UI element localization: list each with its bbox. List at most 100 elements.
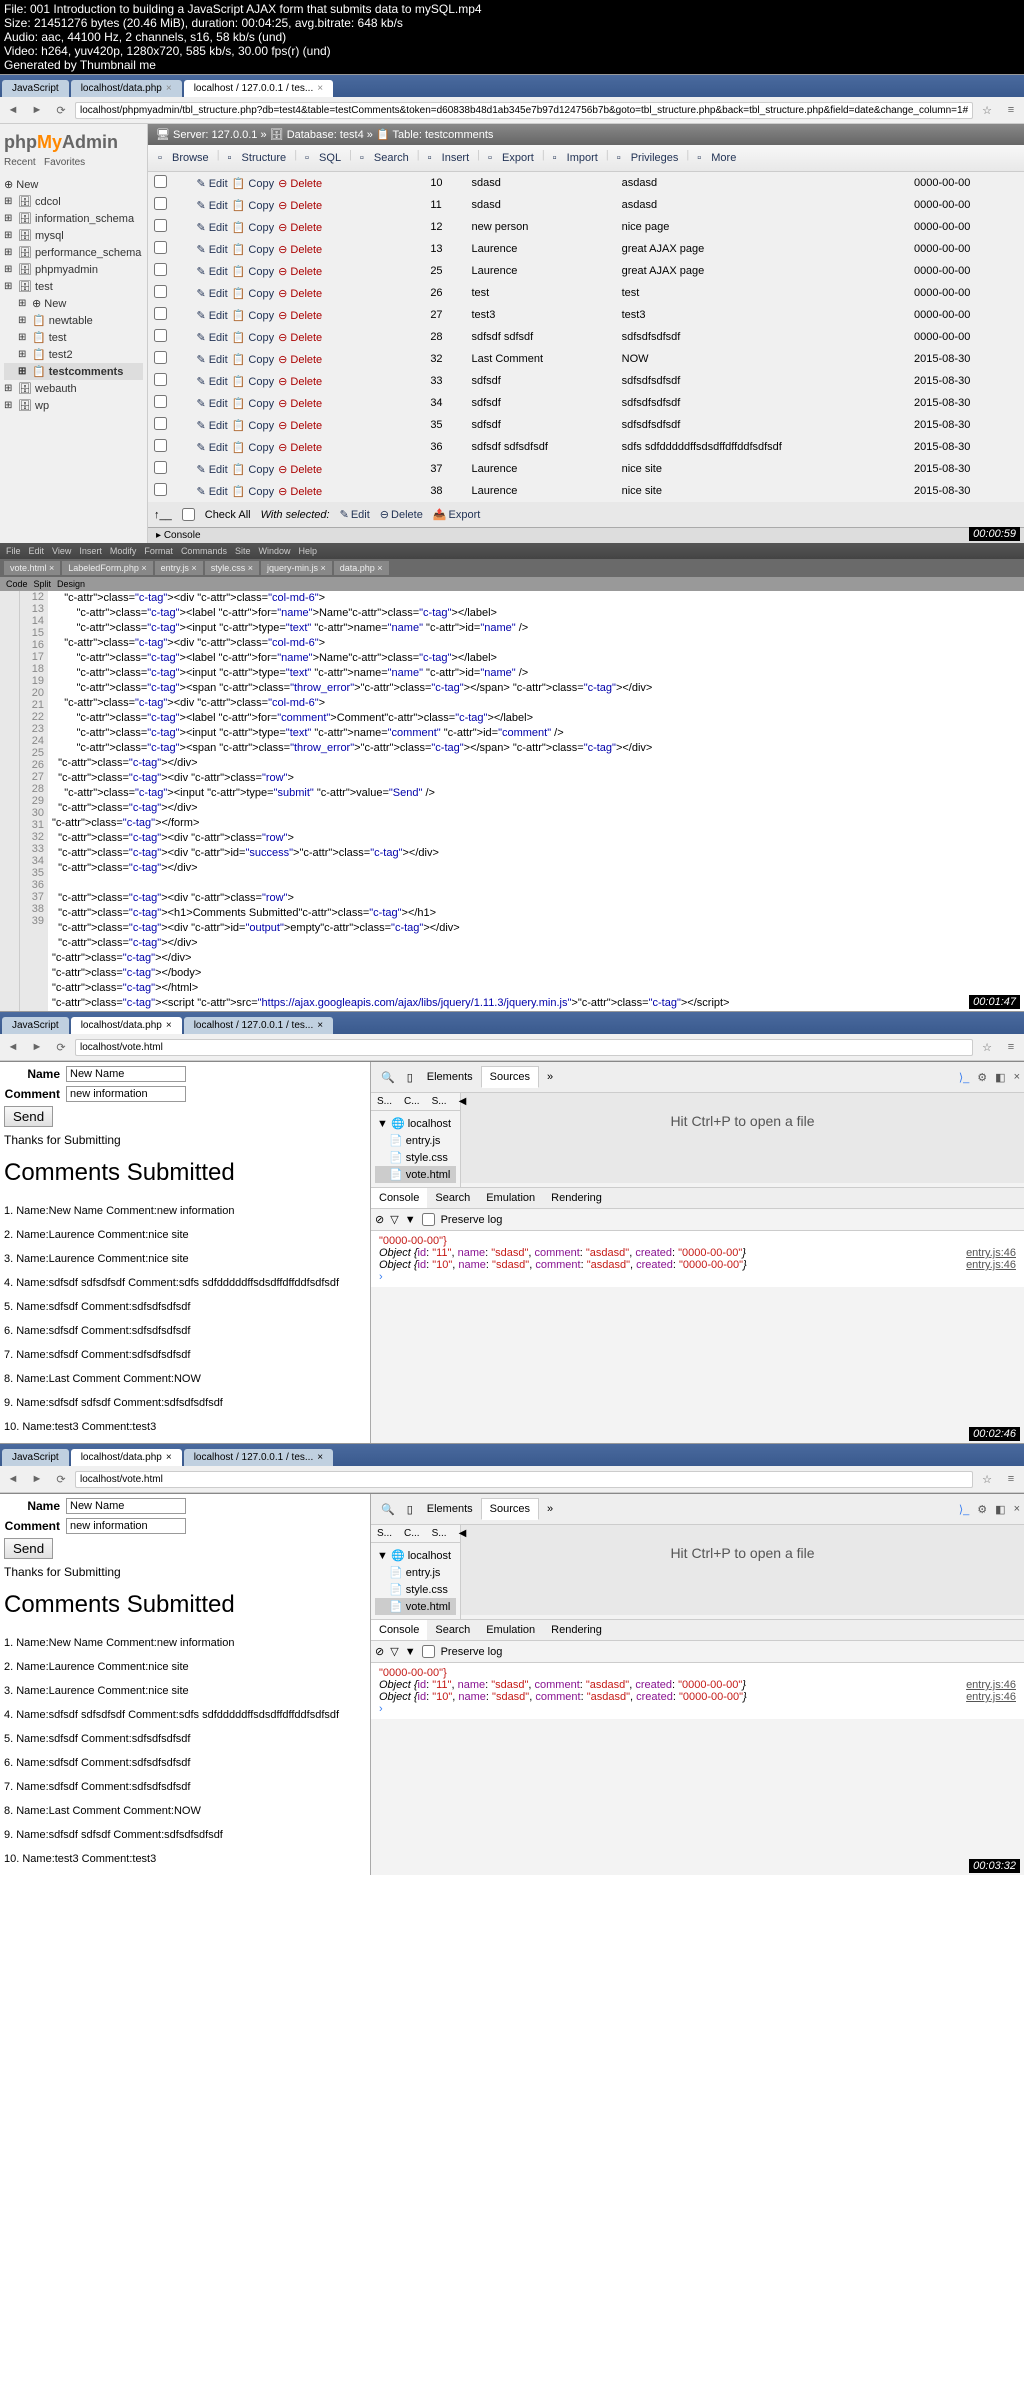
delete-button[interactable]: ⊖ Delete	[278, 199, 322, 212]
delete-button[interactable]: ⊖ Delete	[278, 287, 322, 300]
copy-button[interactable]: 📋 Copy	[232, 375, 274, 388]
view-split[interactable]: Split	[34, 579, 52, 589]
copy-button[interactable]: 📋 Copy	[232, 177, 274, 190]
tree-file[interactable]: 📄 style.css	[375, 1581, 456, 1598]
toolbar-structure[interactable]: ▫Structure	[222, 149, 293, 167]
row-checkbox[interactable]	[154, 417, 167, 430]
tree-file[interactable]: 📄 vote.html	[375, 1598, 456, 1615]
edit-button[interactable]: ✎ Edit	[196, 177, 227, 190]
edit-button[interactable]: ✎ Edit	[196, 199, 227, 212]
reload-icon[interactable]: ⟳	[51, 1037, 71, 1057]
close-icon[interactable]: ×	[166, 83, 172, 94]
copy-button[interactable]: 📋 Copy	[232, 463, 274, 476]
copy-button[interactable]: 📋 Copy	[232, 265, 274, 278]
snippets-subtab[interactable]: S...	[426, 1093, 453, 1110]
collapse-icon[interactable]: ◀	[453, 1525, 473, 1542]
source-link[interactable]: entry.js:46	[966, 1259, 1016, 1271]
copy-button[interactable]: 📋 Copy	[232, 419, 274, 432]
row-checkbox[interactable]	[154, 241, 167, 254]
sources-tab[interactable]: Sources	[481, 1066, 539, 1088]
edit-button[interactable]: ✎ Edit	[196, 485, 227, 498]
delete-button[interactable]: ⊖ Delete	[278, 441, 322, 454]
drawer-tab-search[interactable]: Search	[427, 1188, 478, 1208]
delete-button[interactable]: ⊖ Delete	[278, 485, 322, 498]
tree-domain[interactable]: ▼ 🌐 localhost	[375, 1547, 456, 1564]
row-checkbox[interactable]	[154, 197, 167, 210]
back-icon[interactable]: ◄	[3, 1469, 23, 1489]
tree-file[interactable]: 📄 vote.html	[375, 1166, 456, 1183]
drawer-tab-console[interactable]: Console	[371, 1620, 427, 1640]
tree-file[interactable]: 📄 style.css	[375, 1149, 456, 1166]
reload-icon[interactable]: ⟳	[51, 100, 71, 120]
delete-button[interactable]: ⊖ Delete	[278, 331, 322, 344]
star-icon[interactable]: ☆	[977, 1469, 997, 1489]
tree-table[interactable]: ⊞📋 newtable	[4, 312, 143, 329]
delete-button[interactable]: ⊖ Delete	[278, 177, 322, 190]
tree-file[interactable]: 📄 entry.js	[375, 1564, 456, 1581]
tree-domain[interactable]: ▼ 🌐 localhost	[375, 1115, 456, 1132]
tree-db[interactable]: ⊞🗄 information_schema	[4, 210, 143, 227]
gear-icon[interactable]: ⚙	[977, 1503, 987, 1516]
content-subtab[interactable]: C...	[398, 1093, 426, 1110]
tree-db[interactable]: ⊞🗄 cdcol	[4, 193, 143, 210]
close-icon[interactable]: ×	[1014, 1503, 1020, 1516]
search-icon[interactable]: 🔍	[375, 1503, 401, 1516]
row-checkbox[interactable]	[154, 219, 167, 232]
tree-table[interactable]: ⊞📋 test2	[4, 346, 143, 363]
export-button[interactable]: 📤 Export	[433, 508, 481, 521]
menu-icon[interactable]: ≡	[1001, 100, 1021, 120]
reload-icon[interactable]: ⟳	[51, 1469, 71, 1489]
tree-db[interactable]: ⊞🗄 phpmyadmin	[4, 261, 143, 278]
menu-window[interactable]: Window	[258, 546, 290, 556]
checkall-checkbox[interactable]	[182, 508, 195, 521]
tree-table[interactable]: ⊞📋 testcomments	[4, 363, 143, 380]
toolbar-browse[interactable]: ▫Browse	[152, 149, 215, 167]
browser-tab[interactable]: localhost/data.php×	[71, 80, 182, 97]
gear-icon[interactable]: ⚙	[977, 1071, 987, 1084]
menu-view[interactable]: View	[52, 546, 71, 556]
tree-db[interactable]: ⊞🗄 wp	[4, 397, 143, 414]
close-icon[interactable]: ×	[166, 1020, 172, 1031]
file-tab[interactable]: vote.html ×	[4, 561, 60, 575]
tree-table[interactable]: ⊞⊕ New	[4, 295, 143, 312]
drawer-tab-emulation[interactable]: Emulation	[478, 1620, 543, 1640]
tree-db[interactable]: ⊞🗄 webauth	[4, 380, 143, 397]
source-link[interactable]: entry.js:46	[966, 1247, 1016, 1259]
favorites-link[interactable]: Favorites	[44, 157, 85, 168]
source-link[interactable]: entry.js:46	[966, 1679, 1016, 1691]
elements-tab[interactable]: Elements	[419, 1499, 481, 1519]
clear-icon[interactable]: ⊘	[375, 1645, 384, 1658]
edit-button[interactable]: ✎ Edit	[196, 441, 227, 454]
drawer-tab-rendering[interactable]: Rendering	[543, 1188, 610, 1208]
delete-button[interactable]: ⊖ Delete	[278, 463, 322, 476]
preserve-log-checkbox[interactable]	[422, 1645, 435, 1658]
edit-button[interactable]: ✎ Edit	[196, 353, 227, 366]
browser-tab[interactable]: localhost / 127.0.0.1 / tes... ×	[184, 1449, 333, 1466]
elements-tab[interactable]: Elements	[419, 1067, 481, 1087]
delete-button[interactable]: ⊖ Delete	[278, 419, 322, 432]
close-icon[interactable]: ×	[317, 1452, 323, 1463]
console-prompt[interactable]: ›	[379, 1271, 1016, 1283]
address-bar[interactable]	[75, 1039, 973, 1056]
more-tabs[interactable]: »	[539, 1499, 561, 1519]
row-checkbox[interactable]	[154, 307, 167, 320]
send-button[interactable]: Send	[4, 1538, 53, 1559]
edit-button[interactable]: ✎ Edit	[196, 397, 227, 410]
delete-button[interactable]: ⊖ Delete	[278, 243, 322, 256]
search-icon[interactable]: 🔍	[375, 1071, 401, 1084]
toolbar-export[interactable]: ▫Export	[482, 149, 540, 167]
row-checkbox[interactable]	[154, 175, 167, 188]
back-icon[interactable]: ◄	[3, 1037, 23, 1057]
close-icon[interactable]: ×	[166, 1452, 172, 1463]
device-icon[interactable]: ▯	[401, 1071, 419, 1084]
tree-new[interactable]: ⊕ New	[4, 176, 143, 193]
delete-button[interactable]: ⊖ Delete	[278, 221, 322, 234]
copy-button[interactable]: 📋 Copy	[232, 287, 274, 300]
device-icon[interactable]: ▯	[401, 1503, 419, 1516]
source-link[interactable]: entry.js:46	[966, 1691, 1016, 1703]
forward-icon[interactable]: ►	[27, 1037, 47, 1057]
copy-button[interactable]: 📋 Copy	[232, 221, 274, 234]
drawer-tab-console[interactable]: Console	[371, 1188, 427, 1208]
browser-tab[interactable]: JavaScript	[2, 80, 69, 97]
copy-button[interactable]: 📋 Copy	[232, 397, 274, 410]
